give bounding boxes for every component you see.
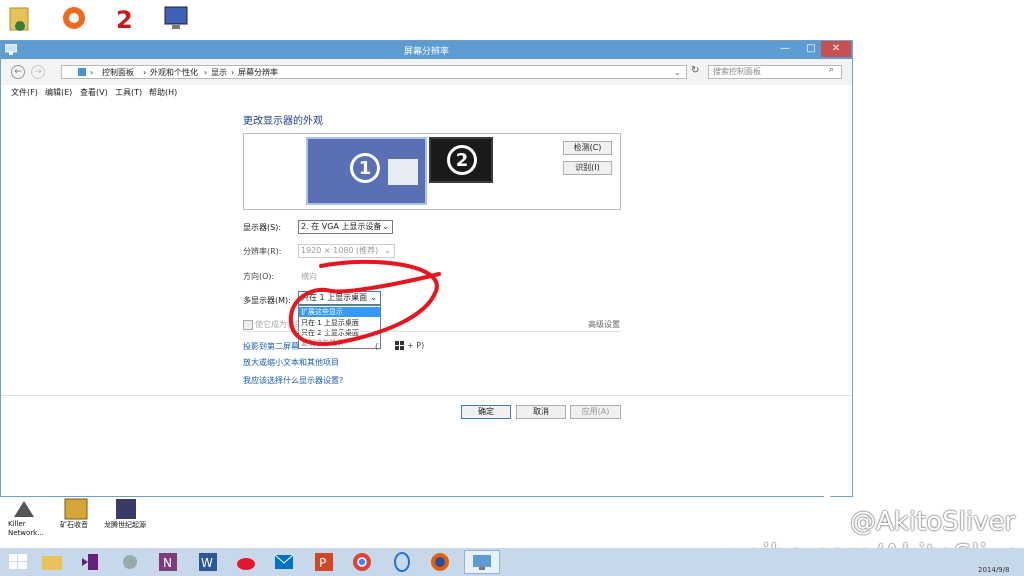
identify-button[interactable]: 识别(I) — [563, 161, 612, 175]
taskbar: N W P 2014/9/8 — [0, 548, 1024, 576]
back-icon[interactable]: ← — [11, 65, 25, 79]
divider — [1, 395, 852, 396]
cancel-button[interactable]: 取消 — [516, 405, 566, 419]
breadcrumb-resolution[interactable]: 屏幕分辨率 — [238, 66, 278, 80]
tool-icon[interactable] — [118, 550, 142, 574]
red-annotation-circle — [288, 259, 441, 346]
onenote-icon[interactable]: N — [156, 550, 180, 574]
which-display-link[interactable]: 我应该选择什么显示器设置? — [243, 375, 343, 386]
ok-button[interactable]: 确定 — [461, 405, 511, 419]
enlarge-text-link[interactable]: 放大或缩小文本和其他项目 — [243, 357, 339, 368]
breadcrumb-sep-icon: › — [143, 68, 147, 77]
breadcrumb-appearance[interactable]: 外观和个性化 — [150, 66, 198, 80]
display-settings-taskbar-icon[interactable] — [464, 550, 500, 574]
svg-text:W: W — [201, 556, 213, 570]
menu-help[interactable]: 帮助(H) — [149, 87, 177, 98]
desktop-user-folder-icon[interactable] — [6, 4, 34, 32]
minimize-button[interactable]: — — [772, 41, 798, 57]
breadcrumb-sep-icon: › — [90, 68, 94, 77]
weibo-icon[interactable] — [234, 550, 258, 574]
menu-tools[interactable]: 工具(T) — [115, 87, 142, 98]
page-heading: 更改显示器的外观 — [243, 116, 323, 127]
desktop-origin-icon[interactable] — [60, 4, 88, 32]
windows-start-icon[interactable] — [6, 550, 30, 574]
menu-view[interactable]: 查看(V) — [80, 87, 108, 98]
main-display-checkbox[interactable] — [243, 320, 253, 330]
detect-button[interactable]: 检测(C) — [563, 141, 612, 155]
weibo-logo-icon — [780, 490, 844, 540]
screen-resolution-window: 屏幕分辨率 — □ ✕ ← → ↑ › 控制面板 › 外观和个性化 › 显示 ›… — [0, 40, 853, 497]
resolution-select-value: 1920 × 1080 (推荐) — [301, 246, 379, 255]
breadcrumb-control-panel[interactable]: 控制面板 — [102, 66, 134, 80]
svg-text:2: 2 — [116, 6, 133, 34]
visual-studio-icon[interactable] — [78, 550, 102, 574]
radio-app-label: 矿石收音 — [60, 521, 88, 529]
file-explorer-icon[interactable] — [40, 550, 64, 574]
breadcrumb-display[interactable]: 显示 — [211, 66, 227, 80]
apply-button[interactable]: 应用(A) — [570, 405, 621, 419]
control-panel-icon — [78, 68, 86, 76]
address-bar[interactable]: › 控制面板 › 外观和个性化 › 显示 › 屏幕分辨率 ⌄ — [61, 65, 687, 79]
taskbar-grid-icon — [388, 159, 418, 185]
chrome-icon[interactable] — [350, 550, 374, 574]
search-input[interactable]: 搜索控制面板 — [708, 65, 842, 79]
desktop-game-icon[interactable]: 2 — [112, 4, 140, 34]
monitor-2[interactable]: 2 — [429, 137, 493, 183]
address-row: ← → ↑ › 控制面板 › 外观和个性化 › 显示 › 屏幕分辨率 ⌄ ↻ 搜… — [1, 59, 852, 85]
title-bar[interactable]: 屏幕分辨率 — □ ✕ — [1, 41, 852, 59]
svg-text:P: P — [319, 556, 326, 570]
firefox-icon[interactable] — [428, 550, 452, 574]
qq-icon[interactable] — [390, 550, 414, 574]
display-select[interactable]: 2. 在 VGA 上显示设备 ⌄ — [298, 220, 393, 234]
killer-network-label: Killer Network... — [8, 520, 44, 537]
display-label: 显示器(S): — [243, 223, 282, 232]
watermark-handle: @AkitoSliver — [850, 507, 1016, 537]
refresh-icon[interactable]: ↻ — [691, 65, 699, 76]
chevron-down-icon: ⌄ — [382, 222, 389, 231]
menu-file[interactable]: 文件(F) — [11, 87, 38, 98]
monitor-1-number: 1 — [350, 153, 380, 183]
monitor-1[interactable]: 1 — [306, 137, 427, 205]
address-dropdown-icon[interactable]: ⌄ — [674, 66, 681, 80]
menu-bar: 文件(F) 编辑(E) 查看(V) 工具(T) 帮助(H) — [1, 85, 852, 99]
clock-date[interactable]: 2014/9/8 — [978, 566, 1009, 574]
mail-icon[interactable] — [272, 550, 296, 574]
desktop-monitor-icon[interactable] — [162, 4, 190, 32]
breadcrumb-sep-icon: › — [231, 68, 235, 77]
search-icon[interactable]: ⌕ — [829, 65, 834, 75]
forward-icon[interactable]: → — [31, 65, 45, 79]
dragon-age-label: 龙腾世纪起源 — [104, 521, 146, 529]
word-icon[interactable]: W — [196, 550, 220, 574]
close-button[interactable]: ✕ — [821, 41, 851, 57]
menu-edit[interactable]: 编辑(E) — [45, 87, 72, 98]
display-select-value: 2. 在 VGA 上显示设备 — [301, 222, 382, 231]
powerpoint-icon[interactable]: P — [312, 550, 336, 574]
window-title: 屏幕分辨率 — [403, 47, 449, 57]
breadcrumb-sep-icon: › — [204, 68, 208, 77]
advanced-settings-link[interactable]: 高级设置 — [588, 319, 620, 330]
svg-text:N: N — [163, 556, 172, 570]
monitor-2-number: 2 — [447, 145, 477, 175]
